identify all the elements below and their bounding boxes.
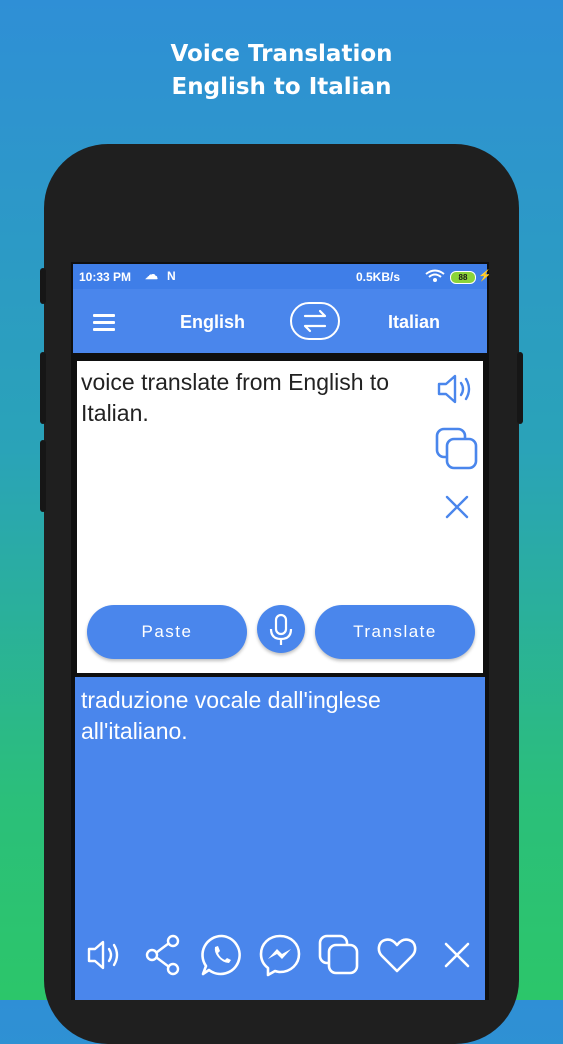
phone-power-button xyxy=(517,352,523,424)
phone-screen: 10:33 PM ☁ N 0.5KB/s 88 ⚡ English Italia… xyxy=(71,262,489,1000)
messenger-icon[interactable] xyxy=(258,933,301,977)
app-bar: English Italian xyxy=(73,289,487,353)
copy-icon[interactable] xyxy=(317,933,359,977)
notification-n-icon: N xyxy=(167,269,176,283)
promo-subtitle: English to Italian xyxy=(171,74,392,100)
output-action-bar xyxy=(75,933,485,983)
close-icon[interactable] xyxy=(437,933,479,977)
input-text[interactable]: voice translate from English to Italian. xyxy=(81,367,426,429)
swap-icon[interactable] xyxy=(290,302,340,340)
whatsapp-icon[interactable] xyxy=(200,933,242,977)
speaker-icon[interactable] xyxy=(85,933,127,977)
status-time: 10:33 PM xyxy=(79,270,132,284)
status-bar: 10:33 PM ☁ N 0.5KB/s 88 ⚡ xyxy=(73,264,489,289)
heart-icon[interactable] xyxy=(375,933,417,977)
close-icon[interactable] xyxy=(443,493,471,521)
phone-side-button xyxy=(40,268,46,304)
paste-button[interactable]: Paste xyxy=(87,605,247,659)
menu-icon[interactable] xyxy=(93,314,115,331)
source-language[interactable]: English xyxy=(180,312,245,333)
network-speed: 0.5KB/s xyxy=(356,270,401,284)
output-text: traduzione vocale dall'inglese all'itali… xyxy=(81,687,381,744)
target-language[interactable]: Italian xyxy=(388,312,440,333)
battery-indicator: 88 xyxy=(450,271,476,284)
speaker-icon[interactable] xyxy=(435,371,475,407)
mic-button[interactable] xyxy=(257,605,305,653)
input-card: voice translate from English to Italian.… xyxy=(77,361,483,673)
microphone-icon xyxy=(269,613,293,645)
copy-icon[interactable] xyxy=(435,427,479,471)
promo-title: Voice Translation xyxy=(170,41,393,67)
wifi-icon xyxy=(425,269,445,286)
charging-icon: ⚡ xyxy=(478,270,489,282)
translate-button[interactable]: Translate xyxy=(315,605,475,659)
promo-heading: Voice Translation English to Italian xyxy=(0,38,563,104)
cloud-icon: ☁ xyxy=(145,267,158,282)
output-card: traduzione vocale dall'inglese all'itali… xyxy=(75,677,485,1000)
phone-volume-up xyxy=(40,352,46,424)
phone-volume-down xyxy=(40,440,46,512)
share-icon[interactable] xyxy=(143,933,185,977)
